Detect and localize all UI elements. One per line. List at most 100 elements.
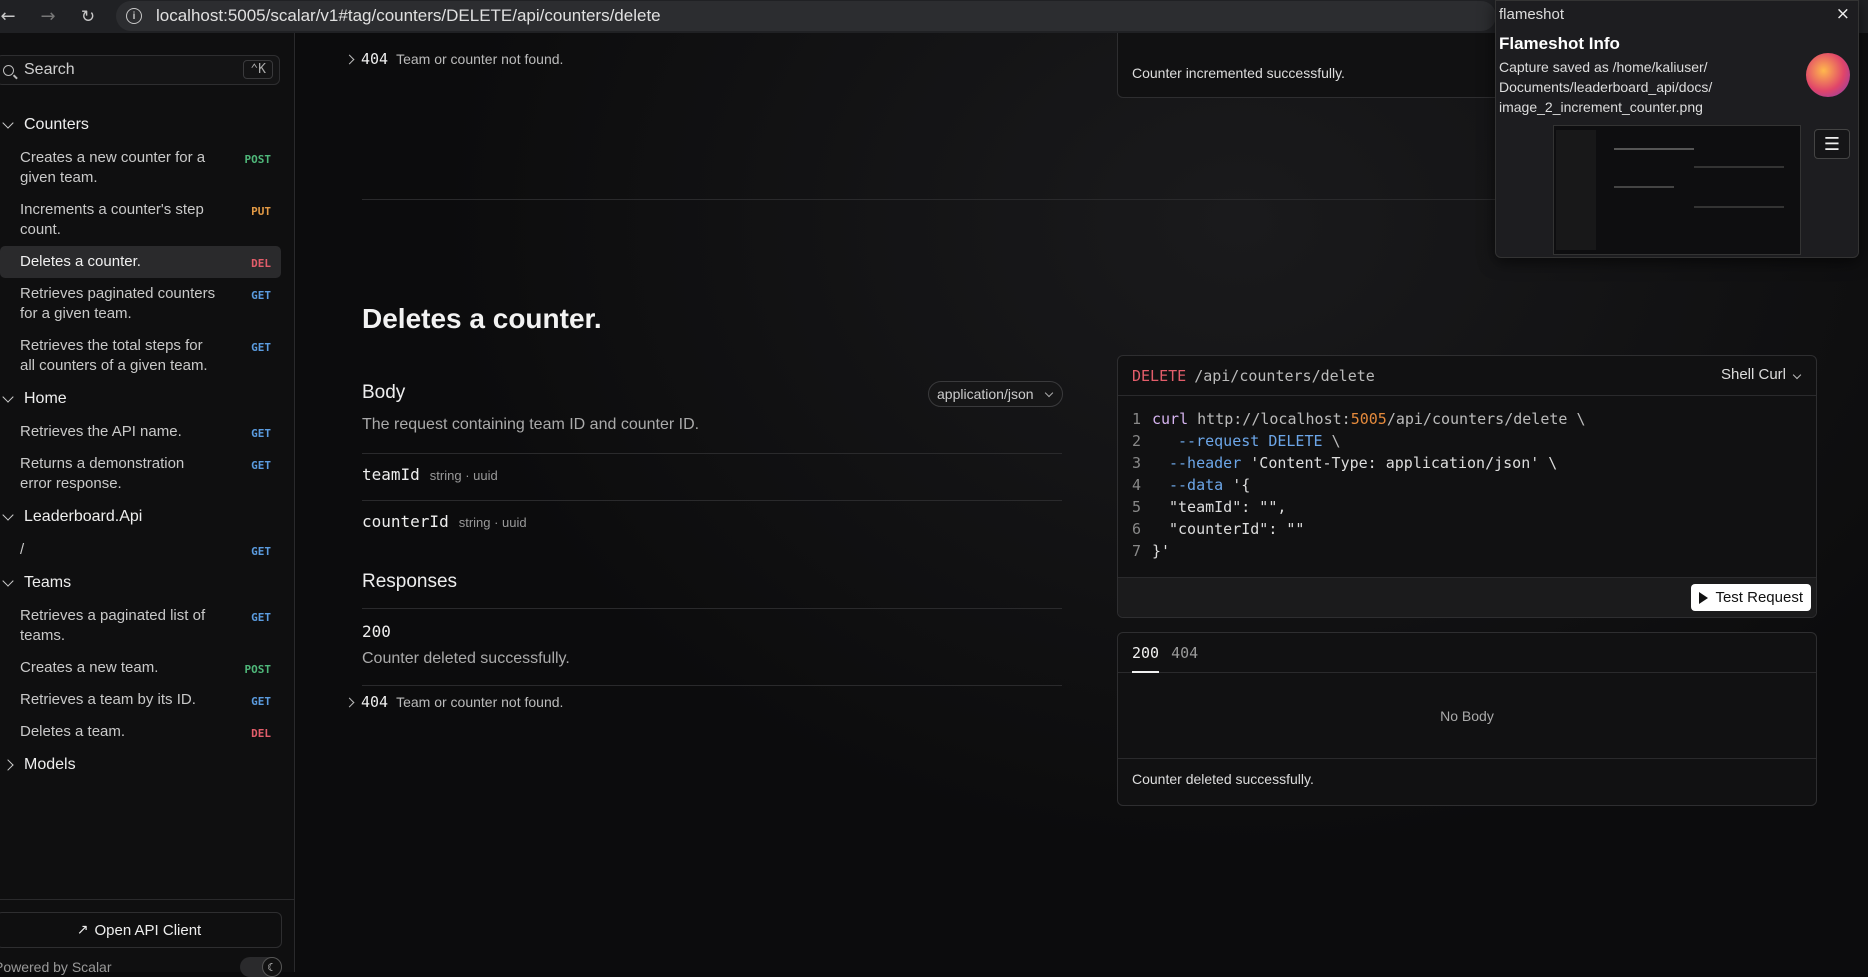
sidebar-item[interactable]: Increments a counter's step count. PUT [0,194,281,246]
flameshot-logo-icon [1806,53,1850,97]
response-tabs: 200 404 [1118,633,1816,673]
method-badge: GET [251,427,271,440]
sidebar-group-label: Counters [24,116,89,133]
test-request-button[interactable]: Test Request [1691,584,1811,611]
open-api-client-label: Open API Client [94,921,202,939]
divider [0,899,295,900]
sidebar-item[interactable]: Retrieves the total steps for all counte… [0,330,281,382]
response-code: 404 [361,50,389,68]
search-icon [3,64,14,76]
sidebar-item-label: Retrieves a team by its ID. [20,691,196,708]
sidebar-item[interactable]: Creates a new team. POST [0,652,281,684]
code-token: "teamId": "", [1169,498,1287,516]
line-number: 7 [1132,542,1142,560]
code-token: --request [1178,432,1260,450]
line-number: 4 [1132,476,1142,494]
sidebar-item[interactable]: Retrieves the API name. GET [0,416,281,448]
forward-arrow-icon[interactable]: → [34,3,62,31]
sidebar-item-label: / [20,541,25,558]
sidebar-nav: Counters Creates a new counter for a give… [0,108,295,782]
chevron-right-icon [344,697,355,707]
thumbnail-line [1614,148,1694,150]
open-api-client-button[interactable]: ↗ Open API Client [0,912,282,948]
code-line: 3 --header 'Content-Type: application/jso… [1132,452,1816,474]
responses-heading: Responses [362,571,458,592]
method-badge: GET [251,695,271,708]
content-type-select[interactable]: application/json [928,381,1063,407]
field-teamid: teamId string · uuid [362,465,498,484]
flameshot-notification[interactable]: flameshot × Flameshot Info Capture saved… [1495,0,1859,258]
code-token: http://localhost: [1197,410,1351,428]
notification-body: Capture saved as /home/kaliuser/ Documen… [1499,59,1713,115]
sidebar-item-label: Creates a new counter for a given team. [20,149,206,186]
sidebar-group-counters[interactable]: Counters [0,108,295,142]
field-counterid: counterId string · uuid [362,512,527,531]
sidebar-item[interactable]: Retrieves a team by its ID. GET [0,684,281,716]
response-footer-text: Counter deleted successfully. [1132,771,1314,787]
request-path: /api/counters/delete [1194,366,1375,385]
sidebar: Search ⌃K Counters Creates a new counter … [0,33,295,977]
sidebar-group-home[interactable]: Home [0,382,295,416]
sidebar-group-label: Teams [24,574,72,591]
code-line: 4 --data '{ [1132,474,1816,496]
notification-title: Flameshot Info [1499,34,1620,53]
tab-404[interactable]: 404 [1171,633,1198,673]
thumbnail-line [1694,166,1784,168]
method-badge: GET [251,289,271,302]
code-token: /api/counters/delete \ [1386,410,1586,428]
moon-icon: ☾ [262,957,282,977]
thumbnail-sidebar [1556,130,1596,250]
request-example-card: DELETE /api/counters/delete Shell Curl 1… [1117,355,1817,618]
address-bar[interactable]: i localhost:5005/scalar/v1#tag/counters/… [116,1,1496,31]
sidebar-group-leaderboard-api[interactable]: Leaderboard.Api [0,500,295,534]
sidebar-group-teams[interactable]: Teams [0,566,295,600]
url-text[interactable]: localhost:5005/scalar/v1#tag/counters/DE… [156,6,661,26]
body-description: The request containing team ID and count… [362,416,700,433]
language-value: Shell Curl [1720,366,1786,383]
divider [362,453,1062,454]
screenshot-thumbnail[interactable] [1553,125,1801,255]
response-404-row[interactable]: 404 Team or counter not found. [344,693,563,711]
sidebar-group-label: Models [24,756,76,773]
chevron-right-icon [2,759,14,771]
close-icon[interactable]: × [1836,4,1850,24]
code-token: DELETE [1268,432,1323,450]
line-number: 2 [1132,432,1142,450]
back-arrow-icon[interactable]: ← [0,3,22,31]
sidebar-item[interactable]: Deletes a counter. DEL [0,246,281,278]
method-badge: GET [251,611,271,624]
tab-200[interactable]: 200 [1132,633,1160,673]
sidebar-item-label: Retrieves paginated counters for a given… [20,285,216,322]
test-request-label: Test Request [1715,589,1803,606]
sidebar-item[interactable]: Creates a new counter for a given team. P… [0,142,281,194]
sidebar-group-models[interactable]: Models [0,748,295,782]
search-input[interactable]: Search ⌃K [0,55,280,85]
code-token: curl [1152,410,1189,428]
method-badge: POST [244,663,272,676]
chevron-down-icon [2,117,14,129]
code-token: --data [1169,476,1224,494]
sidebar-group-label: Leaderboard.Api [24,508,143,525]
divider [362,608,1062,609]
chevron-down-icon [1792,370,1802,380]
menu-icon[interactable]: ☰ [1814,129,1850,159]
language-select[interactable]: Shell Curl [1721,366,1802,383]
response-example-card: 200 404 No Body Counter deleted successf… [1117,632,1817,806]
field-type: string · uuid [429,468,498,483]
code-line: 6 "counterId": "" [1132,518,1816,540]
sidebar-item[interactable]: Deletes a team. DEL [0,716,281,748]
line-number: 5 [1132,498,1142,516]
play-icon [1699,591,1709,604]
sidebar-item[interactable]: / GET [0,534,281,566]
field-type: string · uuid [458,515,527,530]
previous-response-404[interactable]: 404 Team or counter not found. [344,50,563,68]
sidebar-item[interactable]: Retrieves a paginated list of teams. GET [0,600,281,652]
reload-icon[interactable]: ↻ [74,3,102,31]
powered-by-link[interactable]: Powered by Scalar [0,959,112,975]
site-info-icon[interactable]: i [126,8,142,24]
sidebar-item[interactable]: Returns a demonstration error response. G… [0,448,281,500]
dark-mode-toggle[interactable]: ☾ [240,957,282,977]
sidebar-item[interactable]: Retrieves paginated counters for a given… [0,278,281,330]
thumbnail-line [1694,206,1784,208]
chevron-down-icon [2,509,14,521]
